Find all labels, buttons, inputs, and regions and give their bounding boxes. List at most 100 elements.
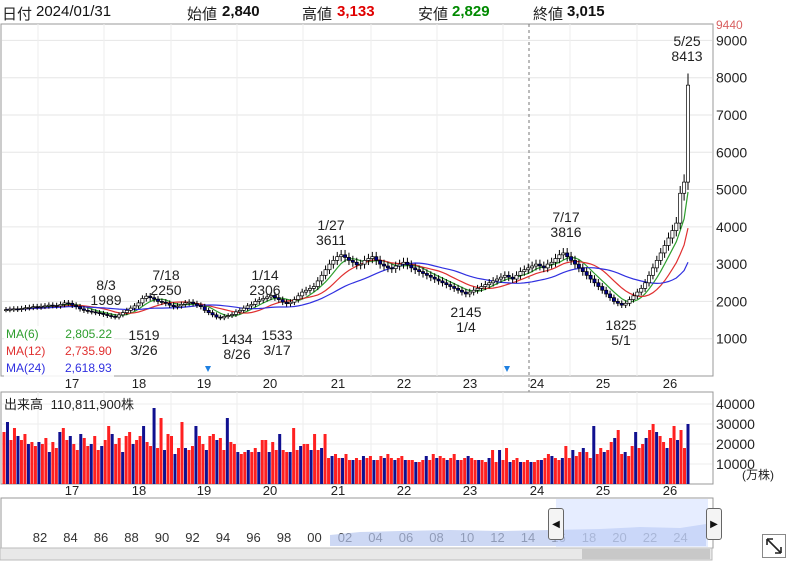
candle-body bbox=[249, 304, 254, 307]
volume-bar bbox=[672, 426, 676, 484]
candle-body bbox=[487, 282, 492, 285]
volume-title: 出来高 110,811,900株 bbox=[4, 394, 134, 413]
x-tick-label: 20 bbox=[263, 483, 277, 498]
volume-bar bbox=[581, 448, 585, 484]
candle-body bbox=[382, 263, 386, 267]
navigator-year-label: 96 bbox=[246, 530, 260, 545]
annotation-line1: 7/18 bbox=[152, 267, 179, 283]
candle-body bbox=[198, 304, 203, 307]
candle-body bbox=[530, 265, 535, 269]
volume-bar bbox=[393, 460, 397, 484]
candle-body bbox=[561, 252, 566, 256]
candle-body bbox=[101, 313, 106, 315]
candle-body bbox=[78, 306, 82, 310]
volume-tick-label: 30000 bbox=[716, 416, 755, 432]
volume-bar bbox=[599, 448, 603, 484]
volume-bar bbox=[679, 430, 683, 484]
candle-body bbox=[66, 302, 71, 305]
candle-body bbox=[296, 295, 301, 300]
candle-body bbox=[241, 307, 246, 311]
price-tick-label: 1000 bbox=[716, 331, 747, 347]
candle-body bbox=[463, 291, 468, 295]
candle-body bbox=[440, 280, 445, 284]
volume-bar bbox=[278, 434, 282, 484]
candle-body bbox=[409, 264, 414, 269]
navigator-right-handle[interactable]: ▶ bbox=[706, 508, 722, 540]
volume-bar bbox=[557, 460, 561, 484]
volume-bar bbox=[299, 446, 303, 484]
chart-canvas[interactable]: 1000200030004000500060007000800090009440… bbox=[0, 0, 787, 562]
candle-body bbox=[54, 305, 59, 307]
volume-bar bbox=[655, 432, 659, 484]
volume-bar bbox=[75, 450, 79, 484]
candle-body bbox=[214, 314, 219, 318]
volume-bar bbox=[334, 454, 338, 484]
volume-bar bbox=[302, 444, 306, 484]
volume-bar bbox=[613, 438, 617, 484]
candle-body bbox=[308, 288, 312, 291]
candle-body bbox=[600, 286, 605, 291]
arrow-right-icon: ▶ bbox=[710, 518, 718, 530]
candle-body bbox=[4, 309, 8, 311]
volume-bar bbox=[546, 454, 550, 484]
candle-body bbox=[331, 260, 336, 265]
candle-body bbox=[541, 265, 546, 269]
volume-bar bbox=[445, 460, 449, 484]
annotation-line1: 1825 bbox=[605, 317, 636, 333]
volume-bar bbox=[560, 458, 564, 484]
candle-body bbox=[311, 286, 316, 289]
volume-bar bbox=[12, 428, 16, 484]
volume-bar bbox=[641, 444, 645, 484]
navigator-left-handle[interactable]: ◀ bbox=[548, 508, 564, 540]
volume-bar bbox=[508, 462, 512, 484]
candle-body bbox=[167, 302, 172, 306]
volume-bar bbox=[616, 430, 620, 484]
ma12-value: 2,735.90 bbox=[64, 344, 112, 358]
candle-body bbox=[226, 315, 231, 317]
volume-bar bbox=[327, 458, 331, 484]
volume-bar bbox=[522, 462, 526, 484]
volume-bar bbox=[82, 438, 86, 484]
volume-bar bbox=[466, 456, 470, 484]
expand-icon[interactable] bbox=[762, 534, 786, 558]
price-tick-label: 4000 bbox=[716, 219, 747, 235]
ma12-name: MA(12) bbox=[6, 344, 46, 358]
candle-body bbox=[366, 258, 371, 261]
volume-bar bbox=[358, 460, 362, 484]
volume-bar bbox=[386, 454, 390, 484]
candle-body bbox=[70, 302, 75, 306]
ma24-name: MA(24) bbox=[6, 361, 46, 375]
candle-body bbox=[74, 304, 79, 307]
candle-body bbox=[183, 302, 188, 305]
volume-bar bbox=[107, 426, 111, 484]
ma24-legend: MA(24) 2,618.93 bbox=[6, 360, 112, 377]
navigator-scroll-thumb[interactable] bbox=[582, 549, 710, 559]
candle-body bbox=[124, 310, 129, 313]
candle-body bbox=[452, 286, 457, 289]
volume-bar bbox=[389, 458, 393, 484]
volume-bar bbox=[93, 436, 97, 484]
price-tick-label: 6000 bbox=[716, 144, 747, 160]
candle-body bbox=[545, 263, 550, 269]
candle-body bbox=[195, 303, 199, 306]
volume-bar bbox=[452, 454, 456, 484]
ma6-value: 2,805.22 bbox=[65, 327, 113, 341]
candle-body bbox=[393, 265, 398, 269]
volume-bar bbox=[588, 458, 592, 484]
candle-body bbox=[495, 278, 499, 282]
price-top-label: 9440 bbox=[716, 18, 743, 32]
candle-body bbox=[81, 308, 86, 311]
candle-body bbox=[432, 276, 437, 280]
annotation-line1: 2145 bbox=[450, 304, 481, 320]
candle-body bbox=[323, 269, 328, 276]
volume-bar bbox=[159, 418, 163, 484]
volume-bar bbox=[103, 440, 107, 484]
volume-bar bbox=[463, 458, 467, 484]
navigator-year-label: 98 bbox=[277, 530, 291, 545]
candle-body bbox=[343, 254, 348, 258]
candle-body bbox=[413, 267, 418, 271]
volume-bar bbox=[396, 458, 400, 484]
candle-body bbox=[43, 305, 47, 308]
volume-bar bbox=[19, 440, 23, 484]
volume-bar bbox=[194, 426, 198, 484]
